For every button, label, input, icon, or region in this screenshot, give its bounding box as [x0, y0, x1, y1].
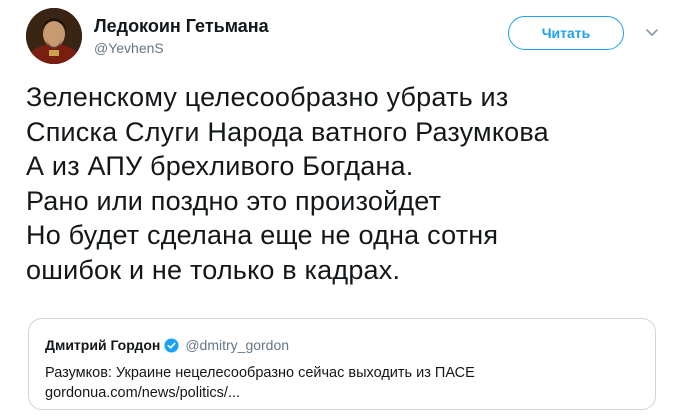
quoted-tweet-card[interactable]: Дмитрий Гордон @dmitry_gordon Разумков: …: [28, 318, 656, 410]
tweet-text: Зеленскому целесообразно убрать из Списк…: [26, 82, 549, 285]
tweet: Ледокоин Гетьмана @YevhenS Читать Зеленс…: [0, 0, 680, 419]
chevron-down-icon[interactable]: [644, 24, 660, 40]
quoted-tweet-text: Разумков: Украине нецелесообразно сейчас…: [45, 363, 475, 403]
author-display-name[interactable]: Ледокоин Гетьмана: [94, 15, 269, 37]
author-info: Ледокоин Гетьмана @YevhenS: [94, 15, 269, 57]
avatar[interactable]: [26, 8, 82, 64]
quoted-tweet-header: Дмитрий Гордон @dmitry_gordon: [45, 337, 289, 353]
author-handle[interactable]: @YevhenS: [94, 39, 269, 57]
quoted-tweet-link[interactable]: gordonua.com/news/politics/...: [45, 383, 475, 403]
quoted-author-name: Дмитрий Гордон: [45, 337, 161, 353]
quoted-author-handle: @dmitry_gordon: [185, 337, 290, 353]
quoted-tweet-body: Разумков: Украине нецелесообразно сейчас…: [45, 365, 475, 381]
verified-badge-icon: [164, 337, 179, 353]
follow-button[interactable]: Читать: [508, 16, 624, 50]
